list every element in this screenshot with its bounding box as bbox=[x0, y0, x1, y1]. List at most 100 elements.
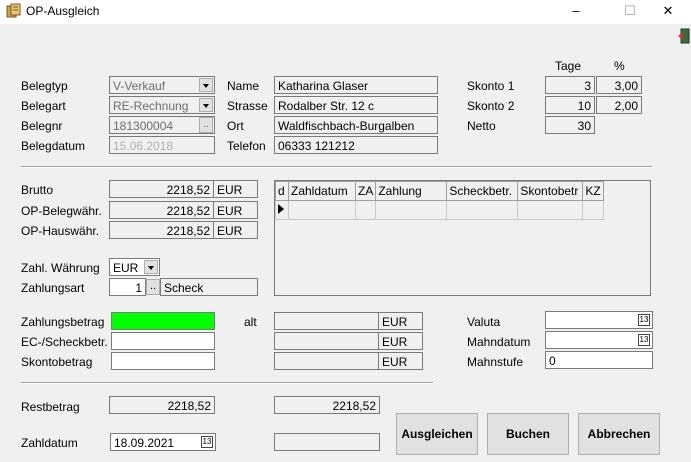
zahldatum-date-input[interactable]: 18.09.2021 13 bbox=[110, 433, 216, 451]
table-row[interactable] bbox=[275, 200, 605, 220]
calendar-icon[interactable]: 13 bbox=[638, 314, 650, 326]
telefon-field: 06333 121212 bbox=[274, 136, 438, 154]
telefon-label: Telefon bbox=[227, 139, 266, 153]
payments-table: d Zahldatum ZA Zahlung Scheckbetr. Skont… bbox=[275, 181, 605, 220]
zahlungsbetrag-input[interactable] bbox=[111, 312, 215, 330]
mahnstufe-input[interactable]: 0 bbox=[545, 351, 653, 369]
ort-field: Waldfischbach-Burgalben bbox=[274, 116, 438, 134]
close-button[interactable]: ✕ bbox=[645, 0, 691, 24]
brutto-label: Brutto bbox=[21, 183, 54, 197]
skontobetrag-label: Skontobetrag bbox=[21, 355, 93, 369]
zahldatum-label: Zahldatum bbox=[21, 436, 78, 450]
brutto-currency: EUR bbox=[213, 180, 258, 198]
brutto-value: 2218,52 bbox=[109, 180, 214, 198]
op-belegwaehr-label: OP-Belegwähr. bbox=[21, 204, 102, 218]
minimize-button[interactable]: – bbox=[553, 0, 599, 24]
col-d[interactable]: d bbox=[275, 181, 289, 201]
belegart-label: Belegart bbox=[21, 99, 66, 113]
alt-label: alt bbox=[244, 315, 257, 329]
ausgleichen-button[interactable]: Ausgleichen bbox=[396, 413, 478, 455]
op-belegwaehr-value: 2218,52 bbox=[109, 201, 214, 219]
col-kz[interactable]: KZ bbox=[582, 181, 605, 201]
scheckbetrag-label: EC-/Scheckbetr. bbox=[21, 335, 108, 349]
zahlungsart-label: Zahlungsart bbox=[21, 281, 85, 295]
alt-currency-3: EUR bbox=[378, 352, 423, 370]
restbetrag-label: Restbetrag bbox=[21, 400, 80, 414]
name-field: Katharina Glaser bbox=[274, 76, 438, 94]
separator bbox=[21, 382, 433, 384]
chevron-down-icon[interactable] bbox=[144, 260, 158, 274]
belegdatum-field: 15.06.2018 bbox=[109, 136, 215, 154]
skonto2-percent: 2,00 bbox=[596, 96, 642, 114]
op-hauswaehr-value: 2218,52 bbox=[109, 221, 214, 239]
zahlungsart-number[interactable]: 1 bbox=[109, 278, 146, 296]
col-zahldatum[interactable]: Zahldatum bbox=[288, 181, 356, 201]
mahndatum-date-input[interactable]: 13 bbox=[545, 331, 653, 349]
op-hauswaehr-currency: EUR bbox=[213, 221, 258, 239]
belegnr-label: Belegnr bbox=[21, 119, 63, 133]
alt-scheckbetrag bbox=[274, 332, 379, 350]
belegart-select[interactable]: RE-Rechnung bbox=[109, 96, 215, 114]
col-scheckbetr[interactable]: Scheckbetr. bbox=[446, 181, 519, 201]
scheckbetrag-input[interactable] bbox=[111, 332, 215, 350]
chevron-down-icon[interactable] bbox=[199, 78, 213, 92]
calendar-icon[interactable]: 13 bbox=[201, 436, 213, 448]
name-label: Name bbox=[227, 79, 260, 93]
zahlungsbetrag-label: Zahlungsbetrag bbox=[21, 315, 105, 329]
belegart-value: RE-Rechnung bbox=[113, 99, 189, 113]
skonto1-percent: 3,00 bbox=[596, 76, 642, 94]
separator bbox=[21, 166, 652, 168]
belegnr-lookup-button[interactable]: .. bbox=[199, 117, 213, 133]
belegtyp-label: Belegtyp bbox=[21, 79, 68, 93]
mahndatum-label: Mahndatum bbox=[467, 335, 531, 349]
waehrung-value: EUR bbox=[113, 261, 139, 275]
skontobetrag-input[interactable] bbox=[111, 352, 215, 370]
exit-icon[interactable] bbox=[678, 28, 690, 44]
zahldatum-value: 18.09.2021 bbox=[114, 436, 175, 450]
abbrechen-button[interactable]: Abbrechen bbox=[578, 413, 660, 455]
zahldatum-right-field bbox=[274, 433, 380, 451]
grid-header-row: d Zahldatum ZA Zahlung Scheckbetr. Skont… bbox=[275, 181, 605, 201]
skonto1-tage: 3 bbox=[545, 76, 595, 94]
payments-grid[interactable]: d Zahldatum ZA Zahlung Scheckbetr. Skont… bbox=[274, 180, 651, 296]
valuta-date-input[interactable]: 13 bbox=[545, 311, 653, 329]
app-icon bbox=[6, 3, 21, 18]
alt-currency-1: EUR bbox=[378, 312, 423, 330]
belegdatum-label: Belegdatum bbox=[21, 139, 86, 153]
netto-label: Netto bbox=[467, 119, 496, 133]
belegtyp-value: V-Verkauf bbox=[113, 79, 166, 93]
skonto1-label: Skonto 1 bbox=[467, 79, 515, 93]
restbetrag-right-value: 2218,52 bbox=[274, 396, 380, 414]
calendar-icon[interactable]: 13 bbox=[638, 334, 650, 346]
op-hauswaehr-label: OP-Hauswähr. bbox=[21, 224, 100, 238]
belegtyp-select[interactable]: V-Verkauf bbox=[109, 76, 215, 94]
zahl-waehrung-label: Zahl. Währung bbox=[21, 261, 100, 275]
col-skontobetr[interactable]: Skontobetr bbox=[517, 181, 584, 201]
chevron-down-icon[interactable] bbox=[199, 98, 213, 112]
col-za[interactable]: ZA bbox=[354, 181, 377, 201]
netto-tage: 30 bbox=[545, 116, 595, 134]
belegnr-field[interactable]: 181300004 .. bbox=[109, 116, 215, 134]
skonto2-label: Skonto 2 bbox=[467, 99, 515, 113]
strasse-field: Rodalber Str. 12 c bbox=[274, 96, 438, 114]
percent-header: % bbox=[614, 59, 625, 73]
restbetrag-value: 2218,52 bbox=[109, 396, 215, 414]
alt-skontobetrag bbox=[274, 352, 379, 370]
buchen-button[interactable]: Buchen bbox=[487, 413, 569, 455]
valuta-label: Valuta bbox=[467, 315, 501, 329]
op-belegwaehr-currency: EUR bbox=[213, 201, 258, 219]
belegnr-value: 181300004 bbox=[113, 119, 174, 133]
row-pointer-icon bbox=[275, 200, 289, 220]
strasse-label: Strasse bbox=[227, 99, 268, 113]
waehrung-select[interactable]: EUR bbox=[109, 258, 160, 276]
zahlungsart-value: Scheck bbox=[160, 278, 258, 296]
col-zahlung[interactable]: Zahlung bbox=[375, 181, 448, 201]
mahnstufe-label: Mahnstufe bbox=[467, 355, 524, 369]
alt-currency-2: EUR bbox=[378, 332, 423, 350]
zahlungsart-lookup-button[interactable]: .. bbox=[146, 279, 160, 295]
tage-header: Tage bbox=[555, 59, 582, 73]
ort-label: Ort bbox=[227, 119, 244, 133]
window-title: OP-Ausgleich bbox=[26, 4, 100, 18]
skonto2-tage: 10 bbox=[545, 96, 595, 114]
alt-zahlungsbetrag bbox=[274, 312, 379, 330]
